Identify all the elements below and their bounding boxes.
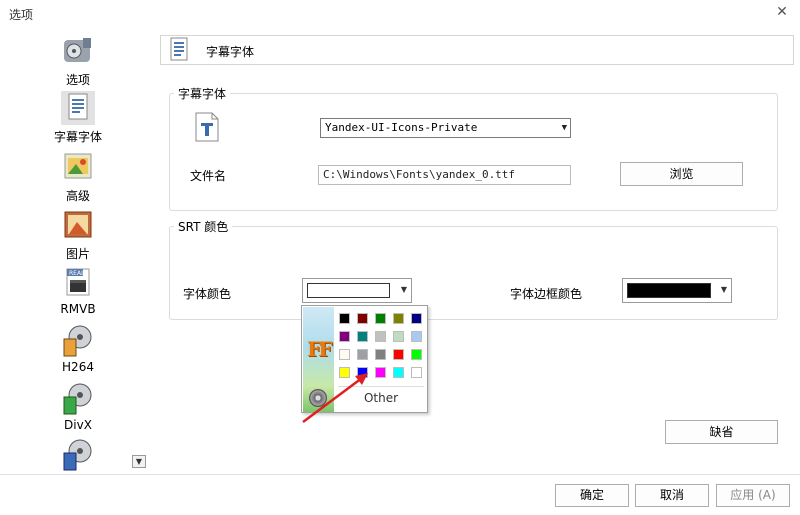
- font-group: [169, 93, 778, 211]
- default-button[interactable]: 缺省: [665, 420, 778, 444]
- color-cell[interactable]: [339, 349, 350, 360]
- border-color-swatch: [627, 283, 711, 298]
- sidebar-item-label: 选项: [65, 73, 90, 87]
- subtitle-doc-icon: [168, 37, 192, 63]
- color-picker-popup: FF Other: [301, 305, 428, 413]
- filename-label: 文件名: [190, 169, 227, 183]
- rmvb-badge: REAL: [69, 270, 85, 277]
- sidebar-item-divx[interactable]: DivX: [48, 381, 108, 432]
- color-cell[interactable]: [357, 349, 368, 360]
- color-cell[interactable]: [339, 367, 350, 378]
- h264-reel-icon: [61, 323, 95, 357]
- color-cell[interactable]: [411, 313, 422, 324]
- font-select[interactable]: Yandex-UI-Icons-Private ▼: [320, 118, 571, 138]
- srt-group: [169, 226, 778, 320]
- ok-button[interactable]: 确定: [555, 484, 629, 507]
- color-cell[interactable]: [393, 367, 404, 378]
- sidebar-item-h264[interactable]: H264: [48, 323, 108, 374]
- chevron-down-icon: ▼: [720, 285, 727, 294]
- color-cell[interactable]: [375, 331, 386, 342]
- sidebar-item-label: DivX: [64, 418, 92, 432]
- color-cell[interactable]: [411, 331, 422, 342]
- footer-divider: [0, 474, 800, 475]
- sidebar-item-subtitle-font[interactable]: 字幕字体: [48, 91, 108, 145]
- color-cell[interactable]: [393, 349, 404, 360]
- options-film-icon: [61, 34, 95, 68]
- color-cell[interactable]: [393, 331, 404, 342]
- sidebar-scroll-down-icon[interactable]: ▼: [132, 455, 146, 468]
- subtitle-doc-icon: [61, 91, 95, 125]
- page-header: 字幕字体: [160, 35, 794, 65]
- page-title: 字幕字体: [206, 45, 255, 59]
- sidebar-item-label: 字幕字体: [53, 130, 102, 144]
- filename-field[interactable]: C:\Windows\Fonts\yandex_0.ttf: [318, 165, 571, 185]
- color-cell[interactable]: [393, 313, 404, 324]
- border-color-label: 字体边框颜色: [510, 287, 583, 301]
- cancel-button[interactable]: 取消: [635, 484, 709, 507]
- font-color-label: 字体颜色: [183, 287, 232, 301]
- more-reel-icon: [61, 437, 95, 471]
- font-group-title: 字幕字体: [174, 85, 231, 102]
- sidebar-item-more[interactable]: [48, 437, 108, 474]
- color-cell[interactable]: [357, 313, 368, 324]
- advanced-image-icon: [61, 150, 95, 184]
- sidebar-item-picture[interactable]: 图片: [48, 208, 108, 262]
- sidebar-item-options[interactable]: 选项: [48, 34, 108, 88]
- window-title: 选项: [9, 8, 34, 22]
- divx-reel-icon: [61, 381, 95, 415]
- font-color-swatch: [307, 283, 390, 298]
- sidebar-item-advanced[interactable]: 高级: [48, 150, 108, 204]
- font-color-select[interactable]: ▼: [302, 278, 412, 303]
- close-icon[interactable]: ✕: [774, 4, 790, 20]
- sidebar-item-label: H264: [62, 360, 94, 374]
- srt-group-title: SRT 颜色: [174, 218, 233, 235]
- rmvb-clapper-icon: REAL: [61, 265, 95, 299]
- color-cell[interactable]: [339, 313, 350, 324]
- divider: [338, 386, 424, 387]
- color-cell[interactable]: [375, 349, 386, 360]
- apply-button[interactable]: 应用 (A): [716, 484, 790, 507]
- color-cell[interactable]: [357, 367, 368, 378]
- chevron-down-icon: ▼: [561, 123, 567, 133]
- sidebar-item-label: 高级: [65, 189, 90, 203]
- sidebar-item-label: RMVB: [60, 302, 96, 316]
- browse-button[interactable]: 浏览: [620, 162, 743, 186]
- color-cell[interactable]: [375, 313, 386, 324]
- color-cell[interactable]: [339, 331, 350, 342]
- border-color-select[interactable]: ▼: [622, 278, 732, 303]
- chevron-down-icon: ▼: [400, 285, 407, 294]
- color-cell[interactable]: [375, 367, 386, 378]
- font-file-icon: [194, 111, 220, 143]
- picture-icon: [61, 208, 95, 242]
- reel-icon: [309, 389, 327, 407]
- color-cell[interactable]: [357, 331, 368, 342]
- sidebar-item-rmvb[interactable]: REAL RMVB: [48, 265, 108, 316]
- color-cell[interactable]: [411, 367, 422, 378]
- sidebar: 选项 字幕字体 高级 图片 REAL RMVB H264 DivX: [48, 30, 148, 471]
- sidebar-item-label: 图片: [65, 247, 90, 261]
- ff-logo: FF: [307, 337, 332, 361]
- font-select-value: Yandex-UI-Icons-Private: [325, 121, 478, 134]
- other-color-button[interactable]: Other: [338, 391, 424, 405]
- popup-side-banner: FF: [303, 307, 334, 412]
- color-cell[interactable]: [411, 349, 422, 360]
